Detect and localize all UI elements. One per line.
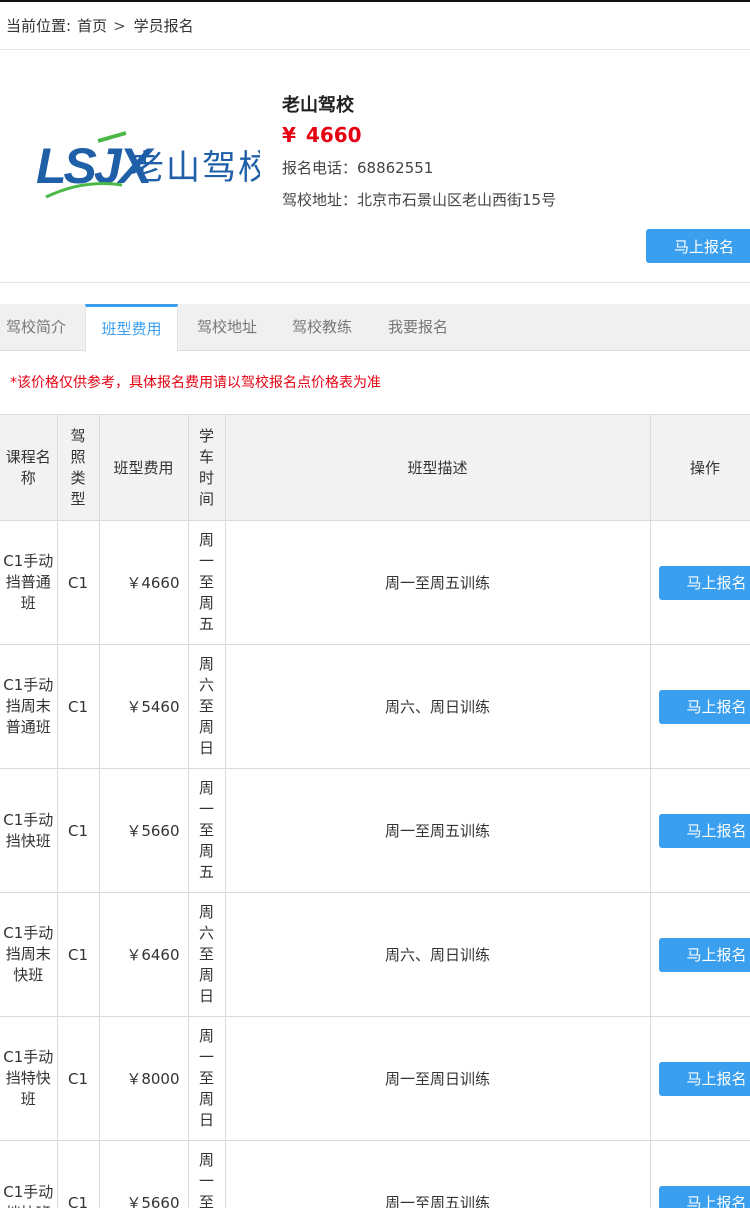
course-name-cell: C1手动挡快班 (0, 768, 58, 893)
header-study-time-label: 学车时间 (199, 426, 215, 508)
header-license-type: 驾照类型 (56, 414, 100, 521)
course-name: C1手动挡快班 (3, 1182, 54, 1208)
license-type: C1 (56, 1140, 100, 1208)
row-signup-button[interactable]: 马上报名 (658, 565, 750, 600)
row-signup-button[interactable]: 马上报名 (658, 813, 750, 848)
header-license-type-label: 驾照类型 (70, 426, 86, 508)
class-fee: ￥5660 (98, 768, 189, 893)
license-type: C1 (56, 520, 100, 645)
breadcrumb-home-link[interactable]: 首页 (77, 15, 107, 36)
class-fee: ￥5460 (98, 644, 189, 769)
class-description: 周一至周五训练 (224, 1140, 651, 1208)
signup-button[interactable]: 马上报名 (646, 229, 750, 263)
study-time-cell: 周六至周日 (187, 892, 226, 1017)
table-row: C1手动挡周末普通班 C1 ￥5460 周六至周日 周六、周日训练 马上报名 (0, 644, 750, 769)
class-description: 周一至周日训练 (224, 1016, 651, 1141)
license-type: C1 (56, 892, 100, 1017)
course-name: C1手动挡普通班 (3, 552, 54, 612)
class-description: 周一至周五训练 (224, 520, 651, 645)
row-signup-button[interactable]: 马上报名 (658, 1185, 750, 1208)
breadcrumb-prefix: 当前位置: (6, 17, 72, 35)
license-type: C1 (56, 1016, 100, 1141)
tab-class-fees[interactable]: 班型费用 (85, 304, 178, 352)
header-class-description: 班型描述 (224, 414, 651, 521)
action-cell: 马上报名 (649, 1140, 750, 1208)
price-currency: ¥ (282, 123, 296, 147)
price-notice: *该价格仅供参考，具体报名费用请以驾校报名点价格表为准 (10, 375, 381, 391)
table-header-row: 课程名称 驾照类型 班型费用 学车时间 班型描述 操作 (0, 414, 750, 521)
action-cell: 马上报名 (649, 644, 750, 769)
logo-name: 老山驾校 (130, 148, 260, 188)
class-description: 周一至周五训练 (224, 768, 651, 893)
study-time-cell: 周一至周日 (187, 1016, 226, 1141)
course-name-cell: C1手动挡特快班 (0, 1016, 58, 1141)
tab-signup[interactable]: 我要报名 (388, 304, 448, 351)
school-info-panel: LSJX 老山驾校 老山驾校 ¥4660 报名电话：68862551 驾校地址：… (0, 51, 750, 283)
study-time: 周一至周日 (199, 1027, 215, 1129)
table-row: C1手动挡周末快班 C1 ￥6460 周六至周日 周六、周日训练 马上报名 (0, 892, 750, 1017)
course-name: C1手动挡快班 (3, 810, 54, 850)
action-cell: 马上报名 (649, 768, 750, 893)
header-class-fee: 班型费用 (98, 414, 189, 521)
action-cell: 马上报名 (649, 520, 750, 645)
course-name: C1手动挡特快班 (3, 1048, 54, 1108)
license-type: C1 (56, 644, 100, 769)
school-logo: LSJX 老山驾校 (36, 131, 260, 199)
header-action: 操作 (649, 414, 750, 521)
action-cell: 马上报名 (649, 892, 750, 1017)
table-row: C1手动挡快班C1￥5660 周一至周五周一至周五训练马上报名 (0, 768, 750, 893)
study-time-cell: 周一至周五 (187, 768, 226, 893)
tab-school-address[interactable]: 驾校地址 (197, 304, 257, 351)
class-fee: ￥8000 (98, 1016, 189, 1141)
study-time-cell: 周六至周日 (187, 644, 226, 769)
study-time: 周六至周日 (199, 903, 215, 1005)
study-time: 周一至周五 (199, 1151, 215, 1208)
table-row: C1手动挡快班C1￥5660 周一至周五周一至周五训练马上报名 (0, 1140, 750, 1208)
study-time: 周六至周日 (199, 655, 215, 757)
header-study-time: 学车时间 (187, 414, 226, 521)
study-time-cell: 周一至周五 (187, 520, 226, 645)
class-fee: ￥5660 (98, 1140, 189, 1208)
license-type: C1 (56, 768, 100, 893)
tab-school-coaches[interactable]: 驾校教练 (292, 304, 352, 351)
course-name-cell: C1手动挡周末普通班 (0, 644, 58, 769)
breadcrumb-current: 学员报名 (133, 17, 194, 35)
price-value: 4660 (305, 123, 362, 147)
study-time: 周一至周五 (199, 779, 215, 881)
breadcrumb-separator: > (113, 16, 126, 35)
tab-school-intro[interactable]: 驾校简介 (6, 304, 66, 351)
row-signup-button[interactable]: 马上报名 (658, 689, 750, 724)
course-name-cell: C1手动挡周末快班 (0, 892, 58, 1017)
class-description: 周六、周日训练 (224, 644, 651, 769)
header-course-name-label: 课程名称 (5, 447, 51, 487)
tab-bar: 驾校简介 班型费用 驾校地址 驾校教练 我要报名 (0, 304, 750, 352)
row-signup-button[interactable]: 马上报名 (658, 937, 750, 972)
table-row: C1手动挡特快班 C1 ￥8000 周一至周日 周一至周日训练 马上报名 (0, 1016, 750, 1141)
course-name: C1手动挡周末快班 (3, 924, 54, 984)
table-row: C1手动挡普通班 C1 ￥4660 周一至周五 周一至周五训练 马上报名 (0, 520, 750, 645)
class-fee: ￥6460 (98, 892, 189, 1017)
course-name-cell: C1手动挡普通班 (0, 520, 58, 645)
course-name-cell: C1手动挡快班 (0, 1140, 58, 1208)
row-signup-button[interactable]: 马上报名 (658, 1061, 750, 1096)
class-fee: ￥4660 (98, 520, 189, 645)
action-cell: 马上报名 (649, 1016, 750, 1141)
school-price: ¥4660 (282, 123, 362, 147)
course-name: C1手动挡周末普通班 (3, 676, 54, 736)
class-description: 周六、周日训练 (224, 892, 651, 1017)
school-address: 驾校地址：北京市石景山区老山西街15号 (282, 191, 557, 209)
header-course-name: 课程名称 (0, 414, 58, 521)
study-time: 周一至周五 (199, 531, 215, 633)
school-phone: 报名电话：68862551 (282, 159, 434, 177)
class-fee-table: 课程名称 驾照类型 班型费用 学车时间 班型描述 操作 C1手动挡普通班 C1 ￥4… (0, 414, 750, 1208)
school-name: 老山驾校 (282, 95, 354, 116)
study-time-cell: 周一至周五 (187, 1140, 226, 1208)
breadcrumb: 当前位置: 首页 > 学员报名 (0, 2, 750, 50)
